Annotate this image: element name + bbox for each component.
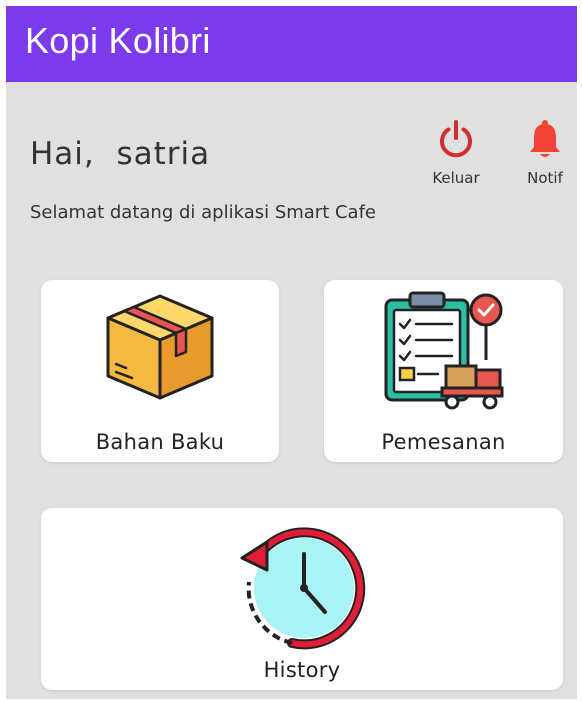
menu-card-pemesanan[interactable]: Pemesanan [324,280,563,462]
app-bar: Kopi Kolibri [6,6,577,82]
welcome-text: Selamat datang di aplikasi Smart Cafe [30,202,376,223]
menu-card-label: History [263,658,341,682]
menu-card-bahan-baku[interactable]: Bahan Baku [41,280,279,462]
app-screen: Kopi Kolibri Hai, satria Selamat datang … [6,6,577,699]
history-clock-icon [240,527,366,650]
bell-icon [530,120,560,157]
power-icon [440,120,472,158]
notif-button[interactable]: Notif [518,119,572,187]
notif-label: Notif [527,169,563,187]
box-icon [106,294,214,400]
greeting-text: Hai, satria [30,136,211,172]
menu-card-label: Bahan Baku [95,430,225,454]
logout-label: Keluar [432,169,480,187]
clipboard-order-icon [384,291,504,410]
menu-card-label: Pemesanan [381,430,506,454]
app-title: Kopi Kolibri [25,20,211,61]
menu-card-history[interactable]: History [41,508,563,690]
logout-button[interactable]: Keluar [428,119,484,187]
